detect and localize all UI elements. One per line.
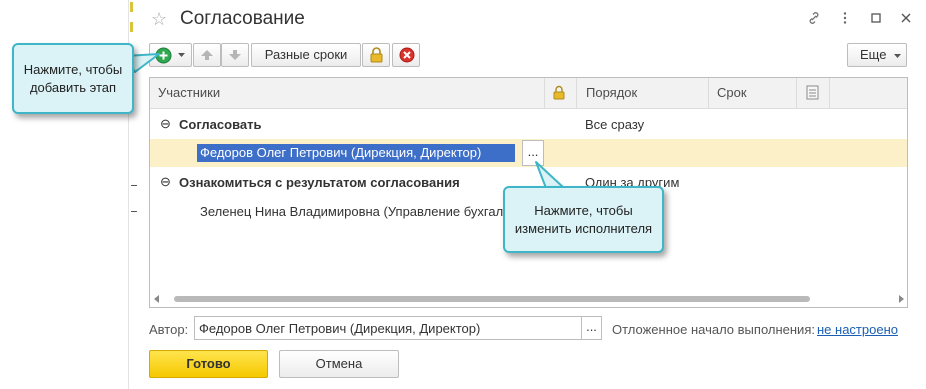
- arrow-down-icon: [229, 50, 241, 60]
- collapse-icon[interactable]: ⊖: [160, 174, 171, 190]
- column-order[interactable]: Порядок: [586, 78, 637, 108]
- change-executor-callout: Нажмите, чтобы изменить исполнителя: [503, 186, 664, 253]
- group-order: Все сразу: [585, 117, 645, 132]
- lock-icon: [370, 47, 383, 63]
- more-vertical-icon[interactable]: [838, 11, 852, 25]
- more-label: Еще: [860, 47, 887, 62]
- ok-button[interactable]: Готово: [149, 350, 268, 378]
- arrow-up-icon: [201, 50, 213, 60]
- delete-button[interactable]: [392, 43, 420, 67]
- dropdown-arrow-icon: [894, 54, 901, 58]
- participant-name[interactable]: Федоров Олег Петрович (Дирекция, Директо…: [200, 145, 481, 160]
- scroll-left-icon[interactable]: [154, 295, 160, 303]
- table-header: [150, 78, 907, 109]
- column-separator: [544, 78, 545, 108]
- move-down-button[interactable]: [221, 43, 249, 67]
- participant-name[interactable]: Зеленец Нина Владимировна (Управление бу…: [200, 204, 505, 219]
- star-icon[interactable]: ☆: [151, 9, 167, 30]
- different-terms-button[interactable]: Разные сроки: [251, 43, 361, 67]
- group-label: Ознакомиться с результатом согласования: [179, 175, 460, 190]
- more-button[interactable]: Еще: [847, 43, 907, 67]
- column-separator: [796, 78, 797, 108]
- background-marker: [130, 22, 133, 32]
- column-separator: [829, 78, 830, 108]
- delayed-start-label: Отложенное начало выполнения:: [612, 322, 815, 337]
- dropdown-arrow-icon: [178, 53, 185, 57]
- collapse-icon[interactable]: ⊖: [160, 116, 171, 132]
- cancel-button[interactable]: Отмена: [279, 350, 399, 378]
- author-label: Автор:: [149, 322, 189, 337]
- author-field[interactable]: Федоров Олег Петрович (Дирекция, Директо…: [194, 316, 602, 340]
- close-icon[interactable]: [899, 11, 913, 25]
- lock-button[interactable]: [362, 43, 390, 67]
- scroll-right-icon[interactable]: [898, 295, 904, 303]
- column-separator: [708, 78, 709, 108]
- column-participants[interactable]: Участники: [158, 78, 220, 108]
- document-icon: [806, 85, 819, 100]
- author-value: Федоров Олег Петрович (Дирекция, Директо…: [199, 321, 481, 336]
- scrollbar-thumb[interactable]: [174, 296, 810, 302]
- column-term[interactable]: Срок: [717, 78, 747, 108]
- add-stage-callout: Нажмите, чтобы добавить этап: [12, 43, 134, 114]
- dialog-title: Согласование: [180, 8, 305, 29]
- group-label: Согласовать: [179, 117, 262, 132]
- background-marker: [130, 2, 133, 12]
- author-select-button[interactable]: ...: [581, 316, 602, 340]
- lock-column-icon: [553, 85, 565, 100]
- link-icon[interactable]: [807, 11, 821, 25]
- delete-icon: [399, 47, 415, 63]
- delayed-start-link[interactable]: не настроено: [817, 322, 898, 337]
- maximize-icon[interactable]: [869, 11, 883, 25]
- column-separator: [576, 78, 577, 108]
- move-up-button[interactable]: [193, 43, 221, 67]
